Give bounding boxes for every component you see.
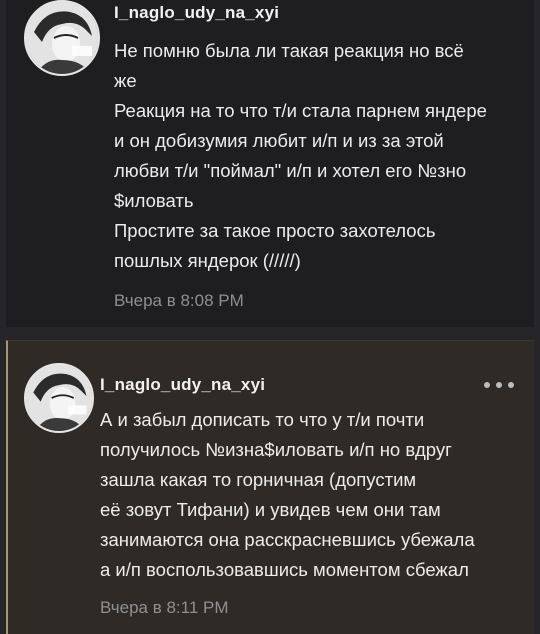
username[interactable]: I_naglo_udy_na_xyi bbox=[114, 3, 279, 23]
comments-page: I_naglo_udy_na_xyi Не помню была ли така… bbox=[0, 0, 540, 634]
comment-text: Не помню была ли такая реакция но всё же… bbox=[114, 40, 487, 271]
dot bbox=[484, 382, 490, 388]
username[interactable]: I_naglo_udy_na_xyi bbox=[100, 375, 265, 395]
dot bbox=[508, 382, 514, 388]
comment-card-highlighted: I_naglo_udy_na_xyi А и забыл дописать то… bbox=[6, 340, 534, 634]
timestamp: Вчера в 8:08 PM bbox=[114, 291, 244, 310]
comment-card: I_naglo_udy_na_xyi Не помню была ли така… bbox=[6, 0, 534, 327]
timestamp: Вчера в 8:11 PM bbox=[100, 598, 229, 617]
avatar-image bbox=[26, 2, 98, 74]
dot bbox=[496, 382, 502, 388]
comment-text: А и забыл дописать то что у т/и почти по… bbox=[100, 409, 475, 580]
avatar[interactable] bbox=[24, 363, 94, 433]
more-options-icon[interactable] bbox=[484, 379, 514, 391]
avatar[interactable] bbox=[24, 0, 100, 76]
avatar-image bbox=[26, 365, 92, 431]
